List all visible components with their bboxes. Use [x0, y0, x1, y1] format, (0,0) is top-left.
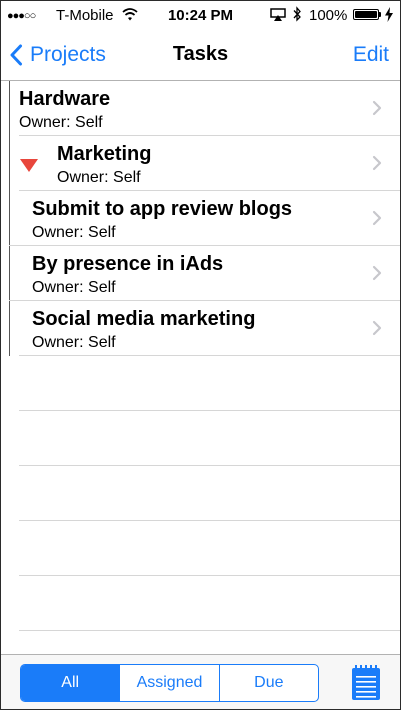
indent-bar — [9, 136, 10, 191]
chevron-right-icon — [372, 100, 382, 116]
filter-segmented-control: All Assigned Due — [20, 664, 319, 702]
task-title: Marketing — [57, 143, 152, 165]
phone-screen: ●●●○○ T-Mobile 10:24 PM 100% Projects Ta… — [0, 0, 401, 710]
indent-bar — [9, 81, 10, 136]
empty-row-divider — [19, 630, 400, 631]
task-row-social-media[interactable]: Social media marketing Owner: Self — [1, 301, 400, 356]
row-divider — [19, 355, 400, 356]
battery-percent: 100% — [309, 7, 348, 24]
bluetooth-icon — [293, 6, 301, 22]
empty-row-divider — [19, 575, 400, 576]
battery-fill — [355, 11, 377, 18]
task-owner: Owner: Self — [32, 279, 116, 296]
expand-triangle-icon[interactable] — [19, 157, 39, 173]
task-owner: Owner: Self — [32, 224, 116, 241]
notepad-icon[interactable] — [351, 665, 381, 701]
edit-button[interactable]: Edit — [353, 43, 389, 67]
task-owner: Owner: Self — [57, 169, 141, 186]
indent-bar — [9, 246, 10, 301]
battery-tip — [379, 12, 381, 17]
indent-bar — [9, 301, 10, 356]
navigation-bar: Projects Tasks Edit — [1, 31, 400, 81]
segment-all[interactable]: All — [21, 665, 120, 701]
task-title: Submit to app review blogs — [32, 198, 293, 220]
charging-bolt-icon — [385, 7, 393, 22]
page-title: Tasks — [172, 43, 229, 65]
chevron-right-icon — [372, 155, 382, 171]
task-row-hardware[interactable]: Hardware Owner: Self — [1, 81, 400, 136]
status-bar: ●●●○○ T-Mobile 10:24 PM 100% — [1, 1, 400, 31]
segment-due[interactable]: Due — [218, 665, 318, 701]
segment-assigned[interactable]: Assigned — [119, 665, 218, 701]
task-title: By presence in iAds — [32, 253, 224, 275]
airplay-icon — [270, 8, 286, 21]
task-owner: Owner: Self — [32, 334, 116, 351]
chevron-right-icon — [372, 320, 382, 336]
task-owner: Owner: Self — [19, 114, 103, 131]
empty-row-divider — [19, 465, 400, 466]
chevron-right-icon — [372, 265, 382, 281]
empty-row-divider — [19, 520, 400, 521]
battery-icon — [353, 9, 379, 20]
chevron-right-icon — [372, 210, 382, 226]
bottom-toolbar: All Assigned Due — [1, 654, 400, 709]
task-title: Social media marketing — [32, 308, 256, 330]
task-row-marketing[interactable]: Marketing Owner: Self — [1, 136, 400, 191]
task-row-submit-blogs[interactable]: Submit to app review blogs Owner: Self — [1, 191, 400, 246]
empty-row-divider — [19, 410, 400, 411]
indent-bar — [9, 191, 10, 246]
task-title: Hardware — [19, 88, 111, 110]
task-row-iads[interactable]: By presence in iAds Owner: Self — [1, 246, 400, 301]
task-list: Hardware Owner: Self Marketing Owner: Se… — [1, 81, 400, 654]
